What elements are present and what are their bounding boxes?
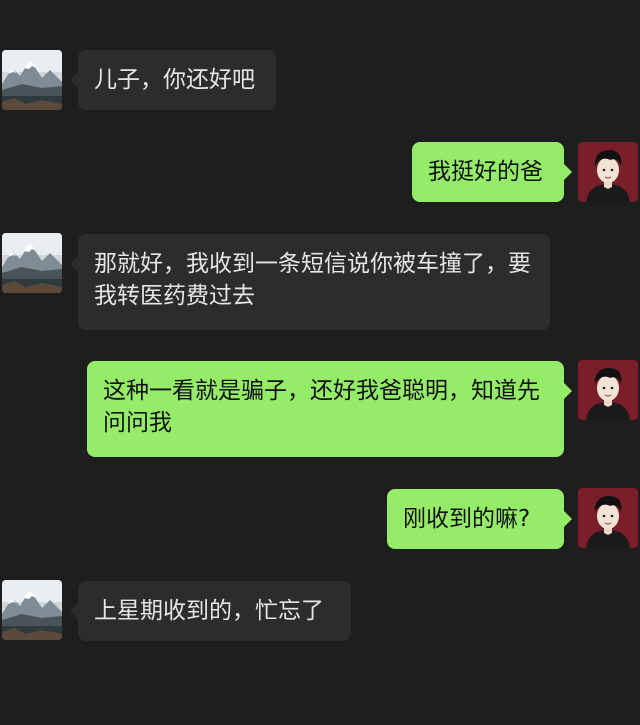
own-avatar[interactable]	[578, 360, 638, 420]
incoming-message[interactable]: 儿子，你还好吧	[70, 50, 276, 110]
message-text: 那就好，我收到一条短信说你被车撞了，要我转医药费过去	[94, 251, 531, 309]
mountain-landscape-icon	[2, 233, 62, 293]
message-text: 刚收到的嘛?	[403, 506, 531, 532]
chat-conversation: 儿子，你还好吧 我挺好的爸 那就好，我收到一条短信说你被车撞了，要我转医药费过去…	[0, 0, 640, 725]
incoming-message[interactable]: 那就好，我收到一条短信说你被车撞了，要我转医药费过去	[70, 234, 550, 330]
outgoing-message[interactable]: 我挺好的爸	[412, 142, 572, 202]
contact-avatar[interactable]	[2, 50, 62, 110]
mountain-landscape-icon	[2, 50, 62, 110]
outgoing-message[interactable]: 刚收到的嘛?	[387, 489, 572, 549]
message-text: 这种一看就是骗子，还好我爸聪明，知道先问问我	[103, 378, 540, 436]
contact-avatar[interactable]	[2, 233, 62, 293]
message-text: 上星期收到的，忙忘了	[94, 598, 324, 624]
outgoing-message[interactable]: 这种一看就是骗子，还好我爸聪明，知道先问问我	[87, 361, 572, 457]
cartoon-boy-icon	[578, 360, 638, 420]
cartoon-boy-icon	[578, 488, 638, 548]
own-avatar[interactable]	[578, 488, 638, 548]
own-avatar[interactable]	[578, 142, 638, 202]
mountain-landscape-icon	[2, 580, 62, 640]
cartoon-boy-icon	[578, 142, 638, 202]
incoming-message[interactable]: 上星期收到的，忙忘了	[70, 581, 351, 641]
message-text: 我挺好的爸	[428, 159, 543, 185]
message-text: 儿子，你还好吧	[94, 67, 255, 93]
contact-avatar[interactable]	[2, 580, 62, 640]
